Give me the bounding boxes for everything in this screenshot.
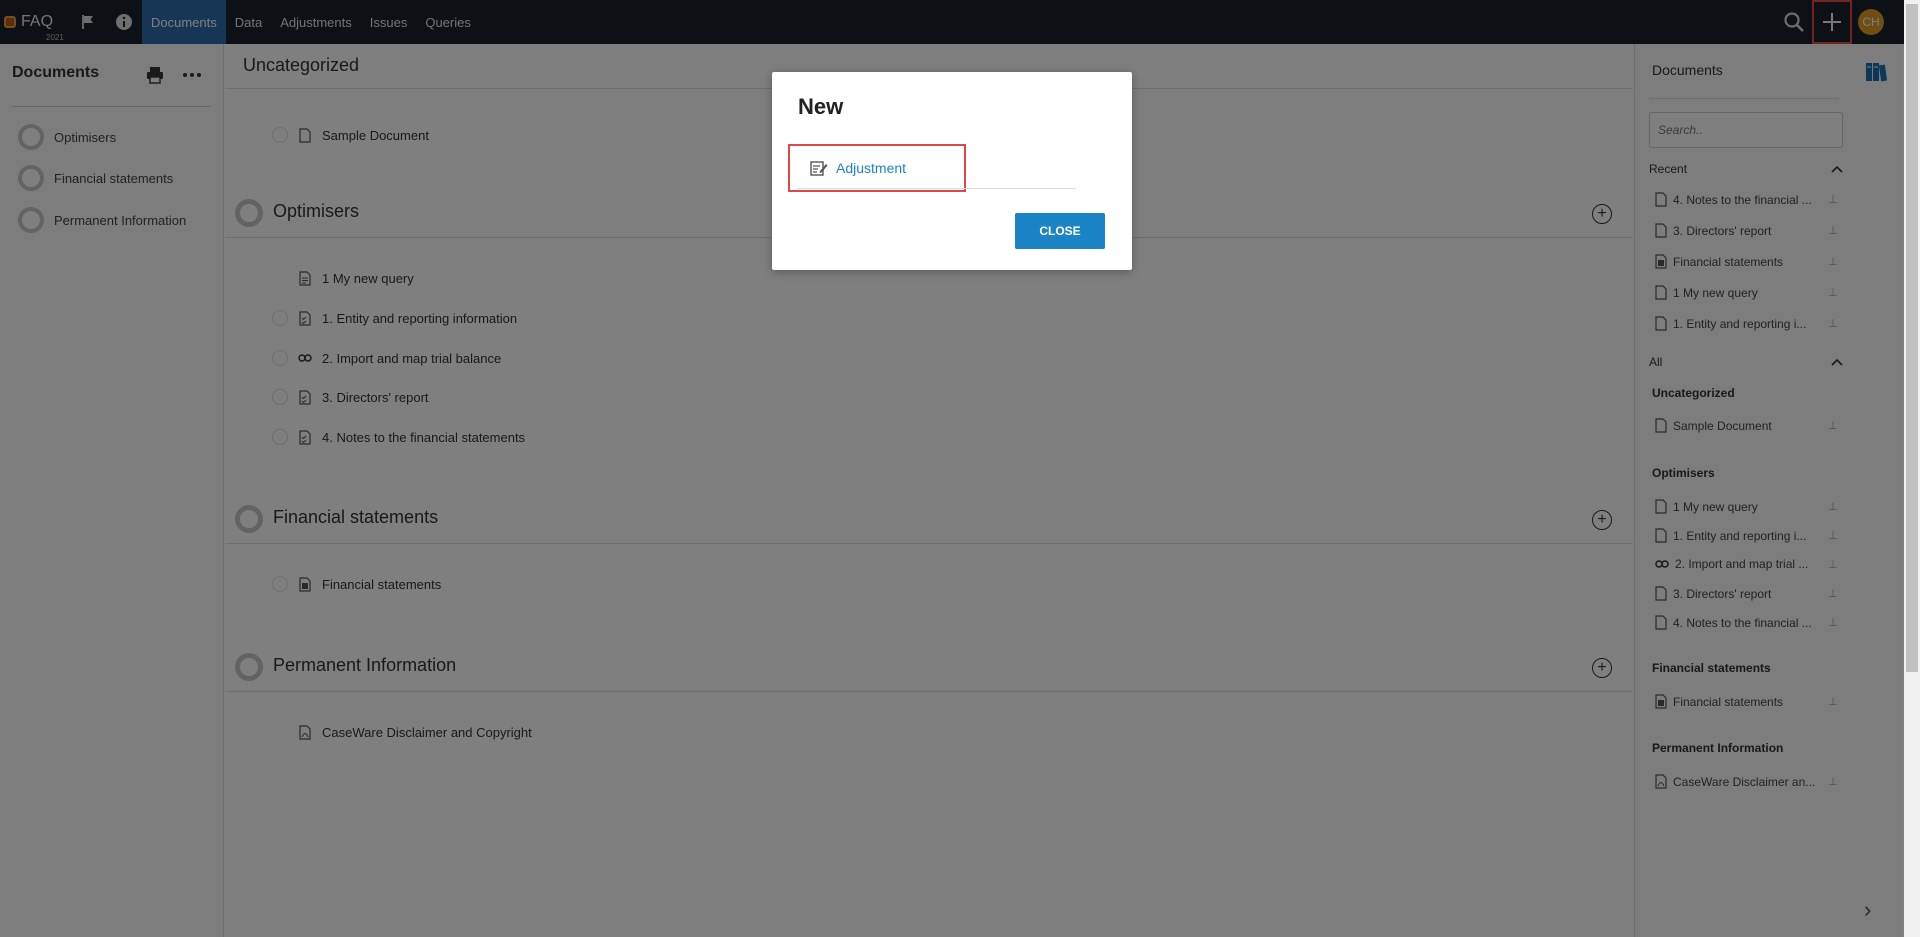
new-item-dialog: New Adjustment CLOSE: [772, 72, 1132, 270]
close-button[interactable]: CLOSE: [1015, 213, 1105, 249]
adjustment-icon: [810, 161, 828, 176]
adjustment-option[interactable]: Adjustment: [788, 144, 966, 192]
scrollbar-thumb[interactable]: [1906, 4, 1918, 672]
dialog-divider: [798, 188, 1076, 189]
adjustment-option-label: Adjustment: [836, 160, 907, 176]
dialog-title: New: [798, 94, 844, 119]
